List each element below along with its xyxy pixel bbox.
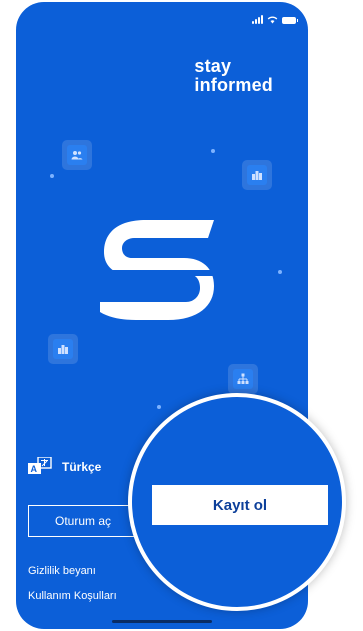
brand-line-2: informed: [194, 75, 273, 95]
language-label: Türkçe: [62, 460, 102, 474]
svg-text:A: A: [31, 464, 38, 474]
decorative-dot: [157, 405, 161, 409]
translate-icon: A: [28, 457, 52, 474]
brand-line-1: stay: [194, 56, 232, 76]
decorative-dot: [50, 174, 54, 178]
people-icon: [62, 140, 92, 170]
decorative-dot: [211, 149, 215, 153]
app-logo-icon: [96, 220, 218, 320]
home-indicator: [112, 620, 212, 623]
signup-button[interactable]: Kayıt ol: [152, 485, 328, 525]
language-selector[interactable]: A Türkçe: [28, 457, 101, 477]
zoom-callout: Kayıt ol: [128, 393, 346, 611]
terms-link[interactable]: Kullanım Koşulları: [28, 590, 117, 602]
battery-icon: [282, 17, 298, 24]
decorative-dot: [278, 270, 282, 274]
signal-icon: [252, 15, 263, 24]
brand-logo-text: stay informed: [194, 57, 273, 95]
building-icon: [48, 334, 78, 364]
wifi-icon: [267, 16, 278, 24]
login-button[interactable]: Oturum aç: [28, 505, 138, 537]
status-bar-icons: [252, 14, 298, 24]
building-icon: [242, 160, 272, 190]
org-chart-icon: [228, 364, 258, 394]
privacy-link[interactable]: Gizlilik beyanı: [28, 565, 96, 577]
